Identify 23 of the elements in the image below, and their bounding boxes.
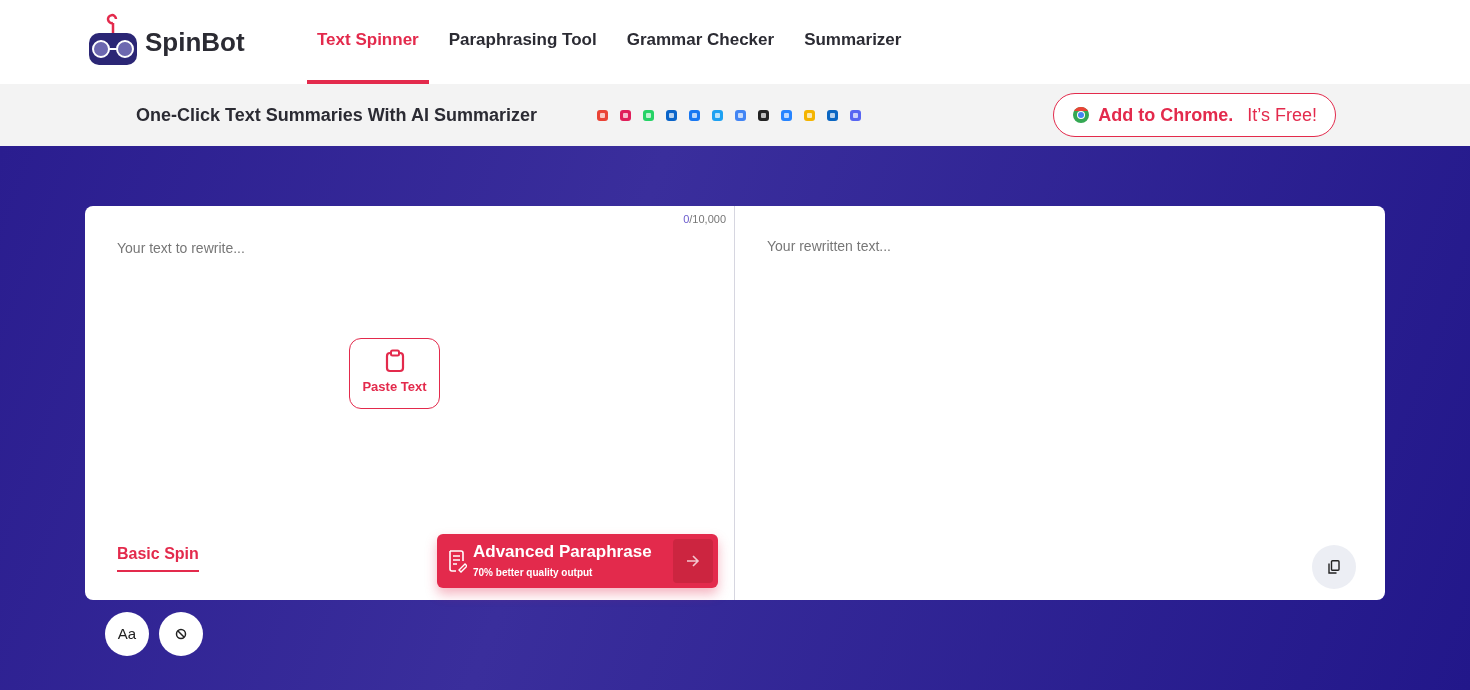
- document-edit-icon: [447, 549, 467, 573]
- advanced-paraphrase-button[interactable]: Advanced Paraphrase 70% better quality output: [437, 534, 718, 588]
- block-icon: [175, 628, 187, 640]
- nav-tab[interactable]: Grammar Checker: [616, 0, 785, 84]
- mode-tab[interactable]: Basic Spin: [117, 542, 199, 572]
- arrow-right-icon: [686, 555, 700, 567]
- output-field[interactable]: Your rewritten text...: [767, 236, 1353, 336]
- nav-tab[interactable]: Summarizer: [794, 0, 912, 84]
- copy-button[interactable]: [1312, 545, 1356, 589]
- nav-tab[interactable]: Paraphrasing Tool: [438, 0, 607, 84]
- clear-button[interactable]: [159, 612, 203, 656]
- clipboard-icon: [384, 349, 405, 374]
- brand-name: SpinBot: [145, 25, 245, 59]
- font-button[interactable]: Aa: [105, 612, 149, 656]
- add-to-chrome-button[interactable]: Add to Chrome. It’s Free!: [1053, 93, 1336, 137]
- char-count: 0: [683, 212, 690, 227]
- promo-headline: One-Click Text Summaries With AI Summarizer: [136, 103, 538, 127]
- app-icon[interactable]: [757, 108, 770, 122]
- copy-icon: [1328, 560, 1340, 574]
- chrome-icon: [1072, 106, 1091, 124]
- char-limit: /10,000: [689, 212, 726, 227]
- input-field[interactable]: Your text to rewrite...: [117, 237, 702, 338]
- paste-text-button[interactable]: Paste Text: [349, 337, 440, 409]
